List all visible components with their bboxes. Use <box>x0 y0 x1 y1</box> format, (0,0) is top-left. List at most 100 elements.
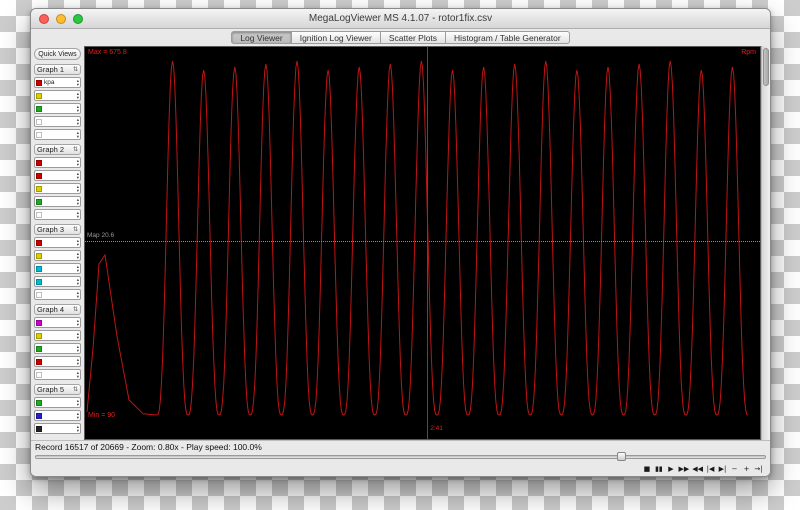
channel-selector[interactable]: ▴ ▾ <box>34 330 81 341</box>
selector-arrows-icon[interactable]: ▴ ▾ <box>77 370 79 378</box>
selector-arrows-icon[interactable]: ▴ ▾ <box>77 104 79 112</box>
graph-stepper-icon[interactable]: ⇅ <box>73 146 78 153</box>
graph-label-graph-1[interactable]: Graph 1 ⇅ <box>34 64 81 75</box>
selector-arrows-icon[interactable]: ▴ ▾ <box>77 130 79 138</box>
selector-arrows-icon[interactable]: ▴ ▾ <box>77 117 79 125</box>
channel-selector[interactable]: ▴ ▾ <box>34 250 81 261</box>
graph-label-graph-4[interactable]: Graph 4 ⇅ <box>34 304 81 315</box>
channel-color-swatch <box>36 358 42 365</box>
channel-selector[interactable]: ▴ ▾ <box>34 356 81 367</box>
channel-color-swatch <box>36 79 42 86</box>
graph-stepper-icon[interactable]: ⇅ <box>73 226 78 233</box>
plot-cursor-label: 2:41 <box>430 425 443 432</box>
channel-selector[interactable]: ▴ ▾ <box>34 183 81 194</box>
selector-arrows-icon[interactable]: ▴ ▾ <box>77 290 79 298</box>
vertical-scrollbar-thumb[interactable] <box>763 48 769 86</box>
graph-section: Graph 5 ⇅ ▴ ▾ ▴ ▾ ▴ ▾ <box>34 384 81 434</box>
play-button[interactable]: ▶ <box>666 464 675 474</box>
graph-stepper-icon[interactable]: ⇅ <box>73 306 78 313</box>
selector-arrows-icon[interactable]: ▴ ▾ <box>77 357 79 365</box>
selector-arrows-icon[interactable]: ▴ ▾ <box>77 171 79 179</box>
selector-arrows-icon[interactable]: ▴ ▾ <box>77 251 79 259</box>
channel-selector[interactable]: ▴ ▾ <box>34 103 81 114</box>
minimize-button[interactable] <box>56 13 66 24</box>
channel-selector[interactable]: ▴ ▾ <box>34 129 81 140</box>
selector-arrows-icon[interactable]: ▴ ▾ <box>77 210 79 218</box>
selector-arrows-icon[interactable]: ▴ ▾ <box>77 91 79 99</box>
channel-selector[interactable]: ▴ ▾ <box>34 423 81 434</box>
selector-arrows-icon[interactable]: ▴ ▾ <box>77 264 79 272</box>
channel-selector[interactable]: ▴ ▾ <box>34 276 81 287</box>
tab-scatter-plots[interactable]: Scatter Plots <box>380 31 447 44</box>
selector-arrows-icon[interactable]: ▴ ▾ <box>77 344 79 352</box>
tab-ignition-log-viewer[interactable]: Ignition Log Viewer <box>291 31 381 44</box>
max-value-label: Max = 675.8 <box>88 49 127 56</box>
channel-color-swatch <box>36 252 42 259</box>
tab-histogram-table-generator[interactable]: Histogram / Table Generator <box>446 31 570 44</box>
graph-label-graph-5[interactable]: Graph 5 ⇅ <box>34 384 81 395</box>
timeline-slider-track[interactable] <box>35 455 766 459</box>
channel-selector[interactable]: ▴ ▾ <box>34 170 81 181</box>
quick-views-button[interactable]: Quick Views <box>34 48 81 60</box>
graph-label-text: Graph 3 <box>37 225 65 234</box>
vertical-scrollbar[interactable] <box>761 46 770 440</box>
selector-arrows-icon[interactable]: ▴ ▾ <box>77 238 79 246</box>
channel-color-swatch <box>36 198 42 205</box>
zoom-button[interactable] <box>73 13 83 24</box>
map-trace-line <box>85 241 760 243</box>
speed-down-button[interactable]: − <box>730 464 739 474</box>
channel-selector[interactable]: ▴ ▾ <box>34 397 81 408</box>
plot-area[interactable]: Max = 675.8 Rpm Min = 90 Map 20.6 2:41 <box>84 46 761 440</box>
channel-selector[interactable]: ▴ ▾ <box>34 209 81 220</box>
channel-selector[interactable]: ▴ ▾ <box>34 90 81 101</box>
graph-label-text: Graph 1 <box>37 65 65 74</box>
channel-selector[interactable]: ▴ ▾ <box>34 116 81 127</box>
selector-arrows-icon[interactable]: ▴ ▾ <box>77 331 79 339</box>
channel-color-swatch <box>36 345 42 352</box>
rewind-button[interactable]: ◀◀ <box>692 464 703 474</box>
graph-stepper-icon[interactable]: ⇅ <box>73 386 78 393</box>
selector-arrows-icon[interactable]: ▴ ▾ <box>77 411 79 419</box>
skip-to-start-button[interactable]: |◀ <box>706 464 715 474</box>
channel-color-swatch <box>36 185 42 192</box>
plot-cursor-line[interactable] <box>427 47 429 439</box>
fast-forward-button[interactable]: ▶▶ <box>678 464 689 474</box>
channel-name: kpa <box>44 79 55 86</box>
speed-up-button[interactable]: + <box>742 464 751 474</box>
channel-selector[interactable]: ▴ ▾ <box>34 196 81 207</box>
selector-arrows-icon[interactable]: ▴ ▾ <box>77 424 79 432</box>
selector-arrows-icon[interactable]: ▴ ▾ <box>77 78 79 86</box>
channel-selector[interactable]: ▴ ▾ <box>34 157 81 168</box>
graph-label-text: Graph 5 <box>37 385 65 394</box>
selector-arrows-icon[interactable]: ▴ ▾ <box>77 398 79 406</box>
title-bar[interactable]: MegaLogViewer MS 4.1.07 - rotor1fix.csv <box>31 9 770 29</box>
selector-arrows-icon[interactable]: ▴ ▾ <box>77 197 79 205</box>
channel-color-swatch <box>36 105 42 112</box>
channel-selector[interactable]: ▴ ▾ <box>34 369 81 380</box>
channel-selector[interactable]: ▴ ▾ <box>34 410 81 421</box>
channel-selector[interactable]: kpa ▴ ▾ <box>34 77 81 88</box>
channel-color-swatch <box>36 172 42 179</box>
graph-section: Graph 4 ⇅ ▴ ▾ ▴ ▾ ▴ ▾ ▴ ▾ ▴ ▾ <box>34 304 81 380</box>
channel-selector[interactable]: ▴ ▾ <box>34 289 81 300</box>
selector-arrows-icon[interactable]: ▴ ▾ <box>77 318 79 326</box>
channel-selector[interactable]: ▴ ▾ <box>34 317 81 328</box>
graph-stepper-icon[interactable]: ⇅ <box>73 66 78 73</box>
graph-label-graph-2[interactable]: Graph 2 ⇅ <box>34 144 81 155</box>
step-forward-button[interactable]: →| <box>754 464 763 474</box>
stop-button[interactable]: ■ <box>642 464 651 474</box>
channel-selector[interactable]: ▴ ▾ <box>34 343 81 354</box>
close-button[interactable] <box>39 13 49 24</box>
pause-button[interactable]: ▮▮ <box>654 464 663 474</box>
channel-selector[interactable]: ▴ ▾ <box>34 237 81 248</box>
channel-color-swatch <box>36 319 42 326</box>
graph-label-graph-3[interactable]: Graph 3 ⇅ <box>34 224 81 235</box>
channel-selector[interactable]: ▴ ▾ <box>34 263 81 274</box>
timeline-slider-thumb[interactable] <box>617 452 627 461</box>
selector-arrows-icon[interactable]: ▴ ▾ <box>77 158 79 166</box>
tab-log-viewer[interactable]: Log Viewer <box>231 31 292 44</box>
timeline-slider[interactable] <box>31 452 770 462</box>
skip-to-end-button[interactable]: ▶| <box>718 464 727 474</box>
selector-arrows-icon[interactable]: ▴ ▾ <box>77 277 79 285</box>
selector-arrows-icon[interactable]: ▴ ▾ <box>77 184 79 192</box>
